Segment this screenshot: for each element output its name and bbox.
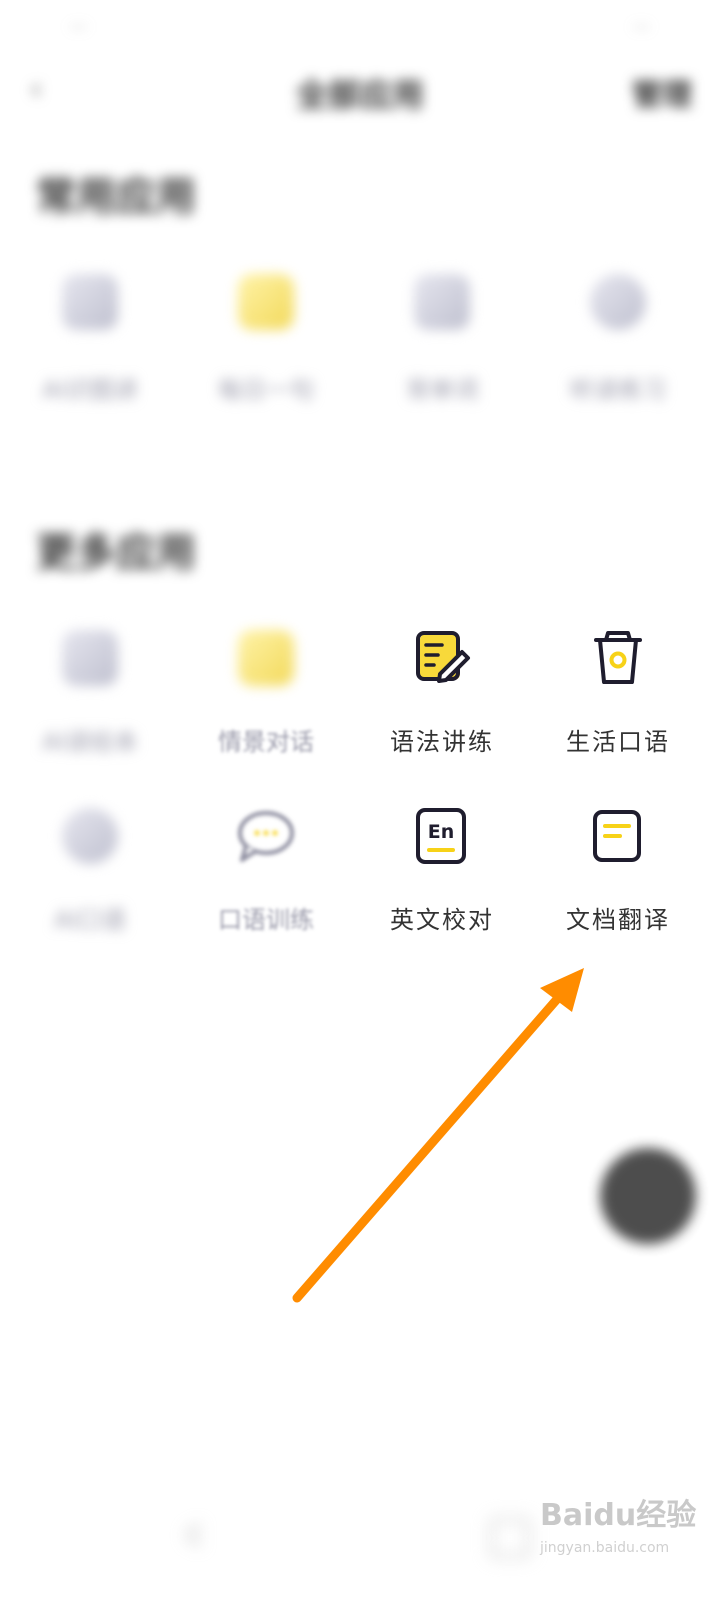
- header: ‹ 全部应用 管理: [0, 60, 720, 124]
- app-icon: [60, 806, 120, 866]
- app-icon: [236, 628, 296, 688]
- nav-back-icon[interactable]: [180, 1520, 220, 1550]
- watermark: Baidu经验 jingyan.baidu.com: [540, 1490, 710, 1570]
- app-label: AI读绘本: [42, 728, 138, 756]
- app-label: 听读练习: [570, 376, 666, 404]
- headphones-icon: [588, 272, 648, 332]
- app-icon: [60, 272, 120, 332]
- section-title-more: 更多应用: [36, 530, 196, 576]
- annotation-arrow: [292, 968, 584, 1303]
- app-icon: [60, 628, 120, 688]
- app-label: 每日一句: [218, 376, 314, 404]
- app-label: 情景对话: [218, 728, 314, 756]
- app-icon: [412, 272, 472, 332]
- app-label: 文档翻译: [566, 906, 670, 934]
- manage-button[interactable]: 管理: [632, 70, 692, 114]
- nav-recent-icon[interactable]: [490, 1518, 530, 1558]
- app-icon: [236, 272, 296, 332]
- app-label: 口语训练: [218, 906, 314, 934]
- section-title-common: 常用应用: [36, 174, 196, 220]
- app-label: AI口语: [54, 906, 126, 934]
- svg-text:En: En: [428, 821, 455, 843]
- grammar-edit-icon: [412, 628, 472, 688]
- app-label: 背单词: [406, 376, 478, 404]
- page-title: 全部应用: [295, 76, 424, 114]
- watermark-url: jingyan.baidu.com: [540, 1540, 670, 1556]
- app-label: 语法讲练: [390, 728, 494, 756]
- status-icons: ...: [632, 12, 650, 33]
- status-time: ...: [70, 12, 88, 33]
- app-label: 生活口语: [566, 728, 670, 756]
- floating-assistant-button[interactable]: [600, 1148, 696, 1244]
- watermark-brand: Baidu经验: [540, 1498, 697, 1533]
- status-bar: ... ...: [0, 0, 720, 50]
- document-translate-icon: [588, 806, 648, 866]
- app-label: 英文校对: [390, 906, 494, 934]
- cup-icon: [588, 628, 648, 688]
- en-proofread-icon: En: [412, 806, 472, 866]
- app-label: AI识图讲: [42, 376, 138, 404]
- chat-bubble-icon: [236, 806, 296, 866]
